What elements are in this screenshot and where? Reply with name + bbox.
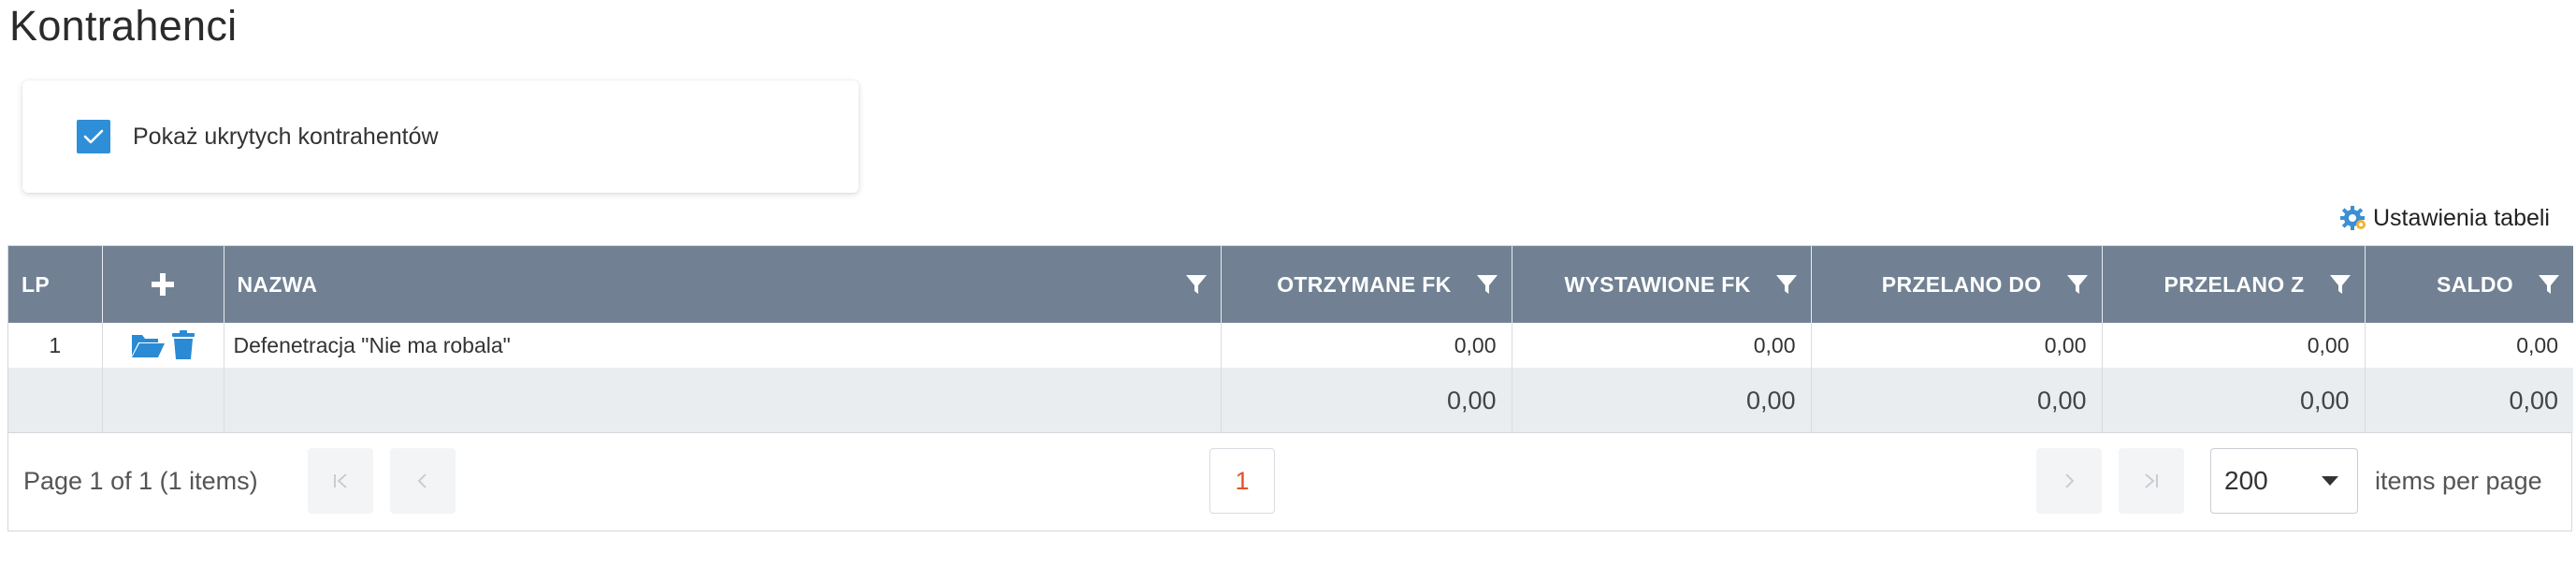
cell-transfer-to: 0,00 bbox=[1811, 323, 2103, 368]
total-transfer-from: 0,00 bbox=[2102, 368, 2366, 433]
caret-down-icon bbox=[2322, 476, 2338, 486]
page-title: Kontrahenci bbox=[9, 2, 238, 50]
column-header-transfer-to[interactable]: PRZELANO DO bbox=[1811, 246, 2103, 323]
row-actions bbox=[102, 323, 224, 368]
filter-panel: Pokaż ukrytych kontrahentów bbox=[22, 80, 859, 193]
first-page-icon bbox=[334, 473, 347, 488]
filter-icon[interactable] bbox=[2538, 273, 2560, 296]
column-header-name[interactable]: NAZWA bbox=[224, 246, 1222, 323]
page-size-select[interactable]: 200 bbox=[2210, 448, 2358, 514]
add-icon[interactable] bbox=[150, 271, 176, 298]
show-hidden-label[interactable]: Pokaż ukrytych kontrahentów bbox=[133, 124, 439, 151]
column-header-lp[interactable]: LP bbox=[8, 246, 103, 323]
cell-issued: 0,00 bbox=[1512, 323, 1812, 368]
page-number-button[interactable]: 1 bbox=[1209, 448, 1275, 514]
add-row-header bbox=[102, 246, 224, 323]
contractors-table: LP NAZWA OTRZYMANE FK WYSTAWIONE FK PRZE… bbox=[8, 246, 2573, 433]
filter-icon[interactable] bbox=[2329, 273, 2352, 296]
checkmark-icon bbox=[83, 129, 104, 144]
cell-name: Defenetracja "Nie ma robala" bbox=[224, 323, 1222, 368]
total-transfer-to: 0,00 bbox=[1811, 368, 2103, 433]
show-hidden-checkbox[interactable] bbox=[77, 120, 110, 153]
filter-icon[interactable] bbox=[1775, 273, 1798, 296]
totals-empty-cell bbox=[224, 368, 1222, 433]
previous-page-button[interactable] bbox=[390, 448, 456, 514]
chevron-right-icon bbox=[2065, 473, 2075, 488]
first-page-button[interactable] bbox=[308, 448, 373, 514]
items-per-page-label: items per page bbox=[2375, 467, 2542, 495]
last-page-icon bbox=[2145, 473, 2158, 488]
pager: Page 1 of 1 (1 items) 1 200 items per pa… bbox=[8, 432, 2571, 531]
trash-icon[interactable] bbox=[171, 330, 195, 360]
column-header-received[interactable]: OTRZYMANE FK bbox=[1221, 246, 1512, 323]
gear-icon bbox=[2340, 206, 2366, 230]
chevron-left-icon bbox=[417, 473, 427, 488]
total-received: 0,00 bbox=[1221, 368, 1512, 433]
pager-info: Page 1 of 1 (1 items) bbox=[23, 467, 258, 495]
column-header-transfer-from[interactable]: PRZELANO Z bbox=[2102, 246, 2366, 323]
total-issued: 0,00 bbox=[1512, 368, 1812, 433]
table-settings-label: Ustawienia tabeli bbox=[2373, 204, 2550, 231]
page-size-value: 200 bbox=[2224, 466, 2268, 495]
contractors-grid: LP NAZWA OTRZYMANE FK WYSTAWIONE FK PRZE… bbox=[7, 245, 2573, 531]
totals-row: 0,00 0,00 0,00 0,00 0,00 bbox=[8, 368, 2573, 433]
totals-empty-cell bbox=[8, 368, 103, 433]
column-header-balance[interactable]: SALDO bbox=[2365, 246, 2573, 323]
total-balance: 0,00 bbox=[2365, 368, 2573, 433]
cell-lp: 1 bbox=[8, 323, 103, 368]
table-settings-button[interactable]: Ustawienia tabeli bbox=[2339, 204, 2550, 232]
column-header-issued[interactable]: WYSTAWIONE FK bbox=[1512, 246, 1812, 323]
last-page-button[interactable] bbox=[2119, 448, 2184, 514]
cell-transfer-from: 0,00 bbox=[2102, 323, 2366, 368]
cell-balance: 0,00 bbox=[2365, 323, 2573, 368]
filter-icon[interactable] bbox=[1476, 273, 1498, 296]
filter-icon[interactable] bbox=[2066, 273, 2089, 296]
table-row[interactable]: 1 Defenetracja "Nie ma robala" 0,00 0,00… bbox=[8, 323, 2573, 368]
next-page-button[interactable] bbox=[2036, 448, 2102, 514]
filter-icon[interactable] bbox=[1185, 273, 1208, 296]
totals-empty-cell bbox=[102, 368, 224, 433]
cell-received: 0,00 bbox=[1221, 323, 1512, 368]
folder-open-icon[interactable] bbox=[130, 331, 166, 359]
